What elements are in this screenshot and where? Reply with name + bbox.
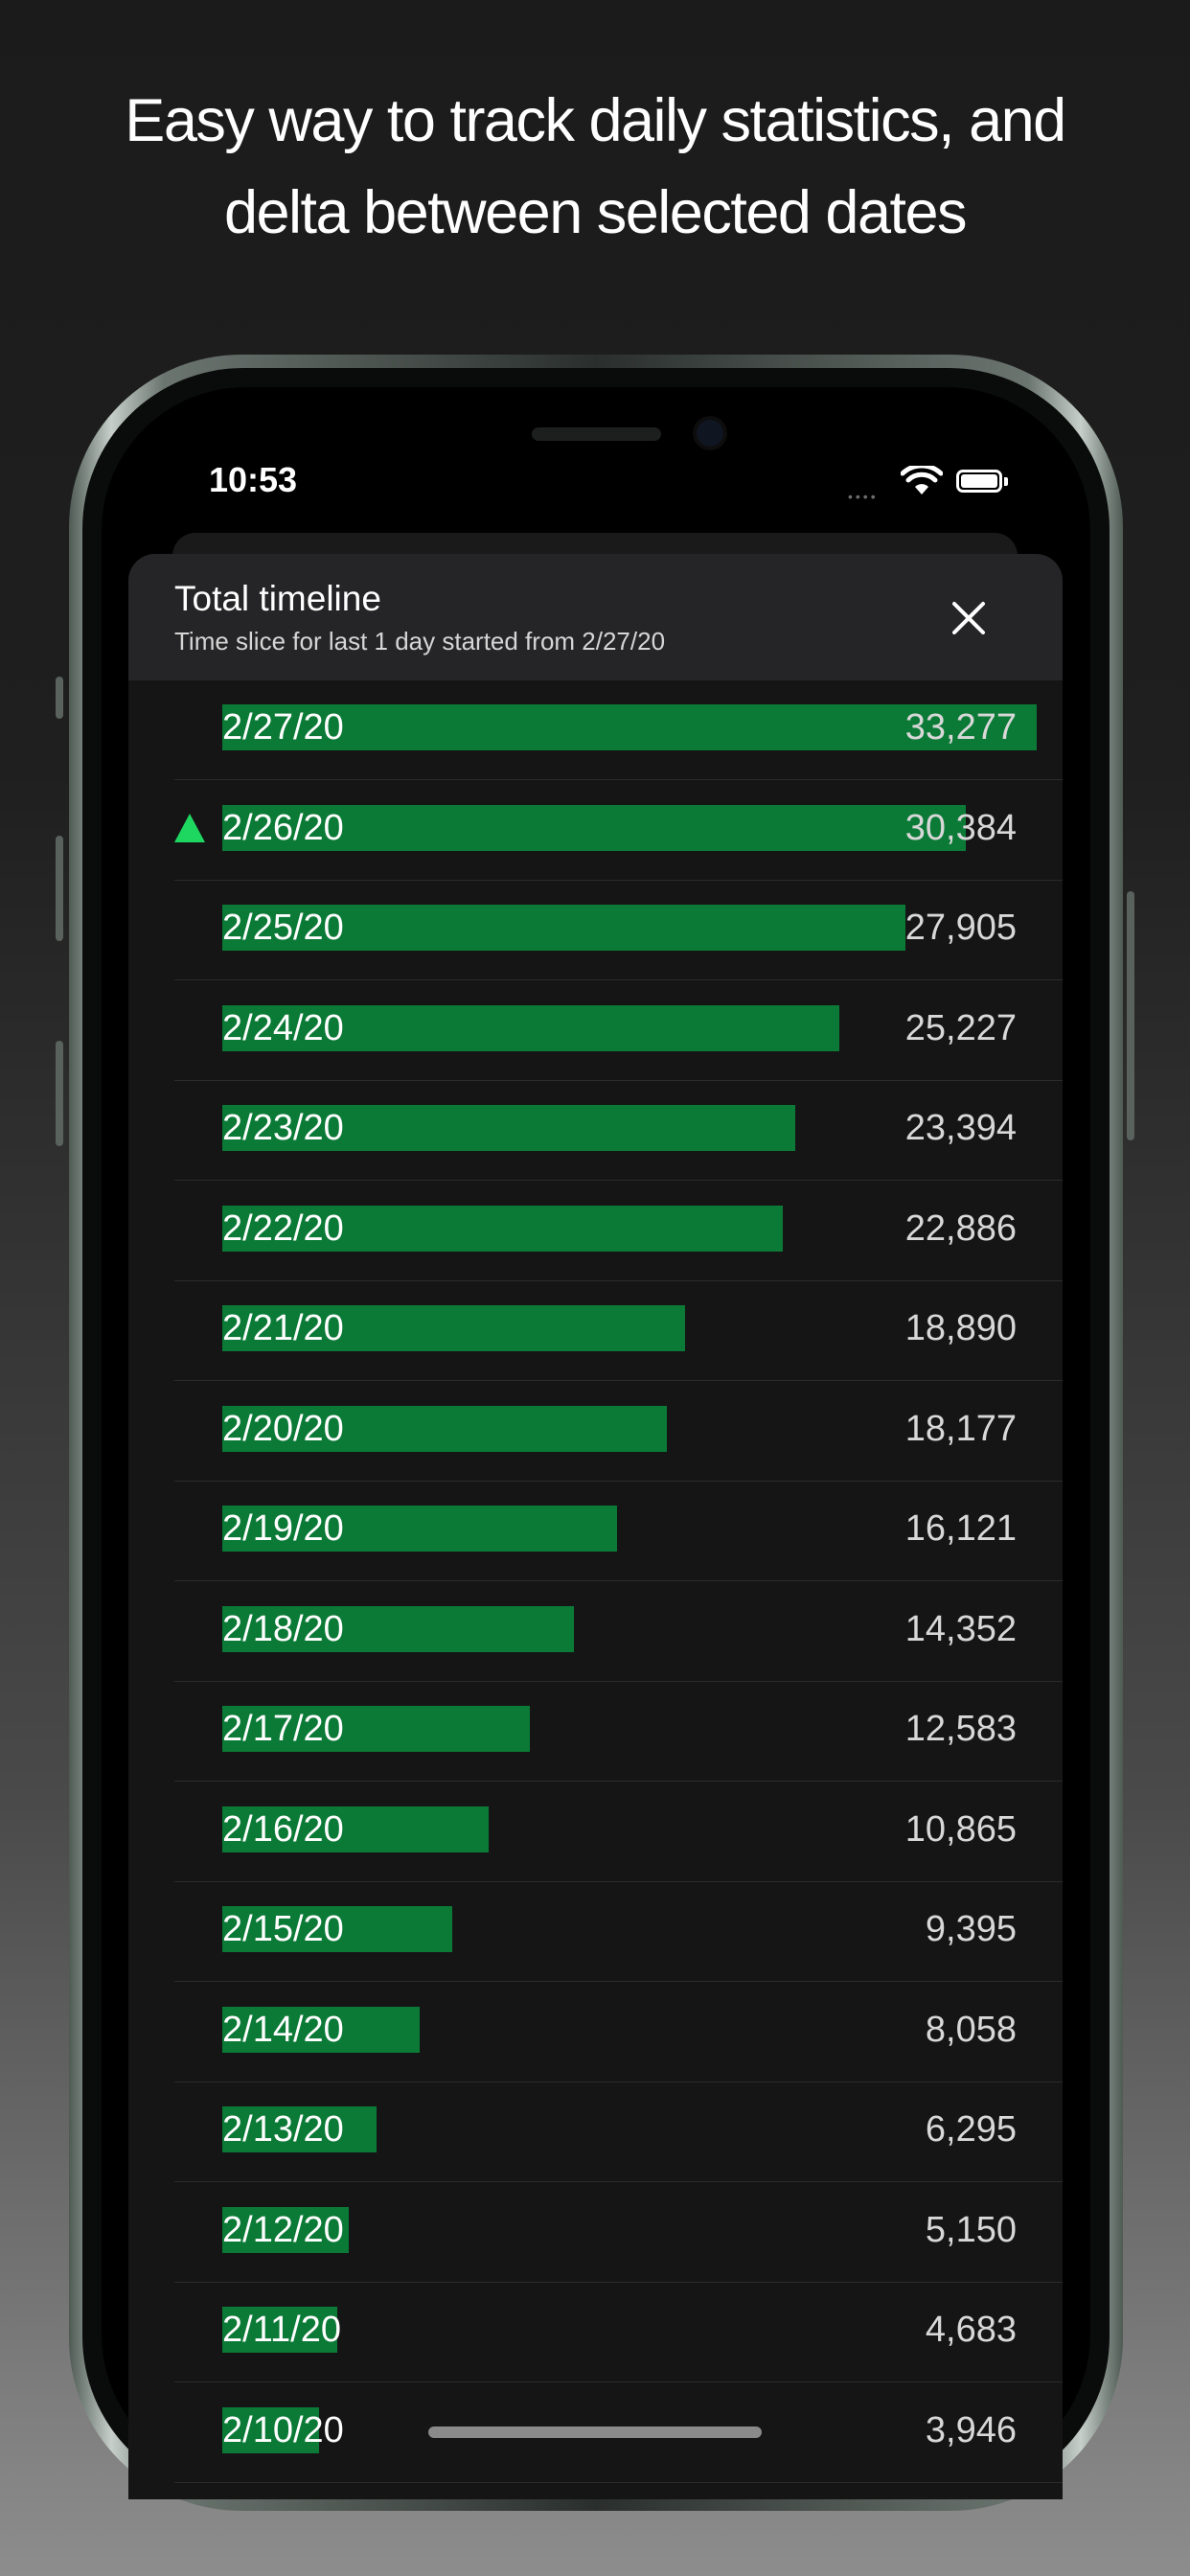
- timeline-date: 2/14/20: [222, 2010, 344, 2050]
- timeline-value: 6,295: [925, 2109, 1017, 2150]
- status-time: 10:53: [209, 460, 298, 499]
- marketing-headline: Easy way to track daily statistics, and …: [0, 75, 1190, 259]
- timeline-date: 2/18/20: [222, 1609, 344, 1649]
- timeline-date: 2/11/20: [222, 2310, 341, 2350]
- timeline-row[interactable]: 2/23/20 23,394: [174, 1081, 1063, 1181]
- wifi-icon: [901, 466, 943, 494]
- timeline-row[interactable]: 2/13/20 6,295: [174, 2082, 1063, 2182]
- timeline-row[interactable]: 2/19/20 16,121: [174, 1482, 1063, 1581]
- timeline-date: 2/21/20: [222, 1308, 344, 1348]
- timeline-value: 12,583: [904, 1709, 1017, 1749]
- triangle-up-icon: [174, 814, 205, 842]
- timeline-value: 30,384: [904, 808, 1017, 848]
- timeline-date: 2/24/20: [222, 1008, 344, 1048]
- timeline-value: 22,886: [904, 1208, 1017, 1249]
- timeline-row[interactable]: 2/15/20 9,395: [174, 1882, 1063, 1982]
- timeline-date: 2/23/20: [222, 1108, 344, 1148]
- timeline-date: 2/19/20: [222, 1508, 344, 1549]
- timeline-row[interactable]: 2/21/20 18,890: [174, 1281, 1063, 1381]
- timeline-list[interactable]: 2/27/20 33,277 2/26/20 30,384 2/25/20 27,905 2…: [128, 680, 1063, 2499]
- timeline-row[interactable]: 2/11/20 4,683: [174, 2283, 1063, 2382]
- timeline-value: 8,058: [925, 2010, 1017, 2050]
- timeline-value: 4,683: [925, 2310, 1017, 2350]
- timeline-value: 3,946: [925, 2410, 1017, 2450]
- timeline-date: 2/16/20: [222, 1809, 344, 1850]
- timeline-row[interactable]: 2/12/20 5,150: [174, 2183, 1063, 2283]
- timeline-date: 2/26/20: [222, 808, 344, 848]
- timeline-date: 2/10/20: [222, 2410, 344, 2450]
- timeline-row[interactable]: 2/25/20 27,905: [174, 881, 1063, 980]
- timeline-date: 2/13/20: [222, 2109, 344, 2150]
- headline-line-1: Easy way to track daily statistics, and: [125, 87, 1066, 154]
- timeline-value: 27,905: [904, 908, 1017, 948]
- battery-tip: [1004, 477, 1008, 486]
- timeline-date: 2/12/20: [222, 2210, 344, 2250]
- timeline-row[interactable]: 2/14/20 8,058: [174, 1983, 1063, 2082]
- close-button[interactable]: [945, 594, 993, 642]
- close-icon: [952, 602, 985, 634]
- timeline-row[interactable]: 2/17/20 12,583: [174, 1682, 1063, 1782]
- timeline-row[interactable]: 2/20/20 18,177: [174, 1382, 1063, 1482]
- timeline-value: 18,890: [904, 1308, 1017, 1348]
- timeline-row[interactable]: 2/27/20 33,277: [174, 680, 1063, 780]
- timeline-value: 16,121: [904, 1508, 1017, 1549]
- timeline-value: 14,352: [904, 1609, 1017, 1649]
- phone-silent-switch: [56, 677, 63, 719]
- sheet-header: Total timeline Time slice for last 1 day…: [128, 554, 1063, 680]
- timeline-value: 23,394: [904, 1108, 1017, 1148]
- signal-dots-icon: ••••: [848, 489, 879, 504]
- timeline-value: 5,150: [925, 2210, 1017, 2250]
- timeline-row[interactable]: 2/16/20 10,865: [174, 1782, 1063, 1882]
- home-indicator[interactable]: [428, 2426, 762, 2438]
- timeline-row[interactable]: 2/22/20 22,886: [174, 1182, 1063, 1281]
- timeline-value: 10,865: [904, 1809, 1017, 1850]
- timeline-value: 33,277: [904, 707, 1017, 748]
- phone-volume-down: [56, 1041, 63, 1146]
- timeline-date: 2/25/20: [222, 908, 344, 948]
- timeline-row[interactable]: 2/26/20 30,384: [174, 781, 1063, 881]
- timeline-sheet: Total timeline Time slice for last 1 day…: [128, 554, 1063, 2499]
- sheet-title: Total timeline: [174, 579, 381, 618]
- timeline-date: 2/20/20: [222, 1409, 344, 1449]
- timeline-date: 2/17/20: [222, 1709, 344, 1749]
- battery-icon: [956, 470, 1002, 493]
- headline-line-2: delta between selected dates: [223, 179, 968, 246]
- earpiece-speaker: [532, 427, 661, 441]
- phone-power-button: [1127, 891, 1134, 1140]
- timeline-date: 2/22/20: [222, 1208, 344, 1249]
- timeline-value: 18,177: [904, 1409, 1017, 1449]
- sheet-subtitle: Time slice for last 1 day started from 2…: [174, 627, 666, 656]
- timeline-row[interactable]: 2/24/20 25,227: [174, 981, 1063, 1081]
- phone-volume-up: [56, 836, 63, 941]
- timeline-date: 2/27/20: [222, 707, 344, 748]
- timeline-value: 9,395: [925, 1909, 1017, 1949]
- timeline-date: 2/15/20: [222, 1909, 344, 1949]
- front-camera: [697, 420, 723, 447]
- timeline-row[interactable]: 2/18/20 14,352: [174, 1582, 1063, 1682]
- timeline-value: 25,227: [904, 1008, 1017, 1048]
